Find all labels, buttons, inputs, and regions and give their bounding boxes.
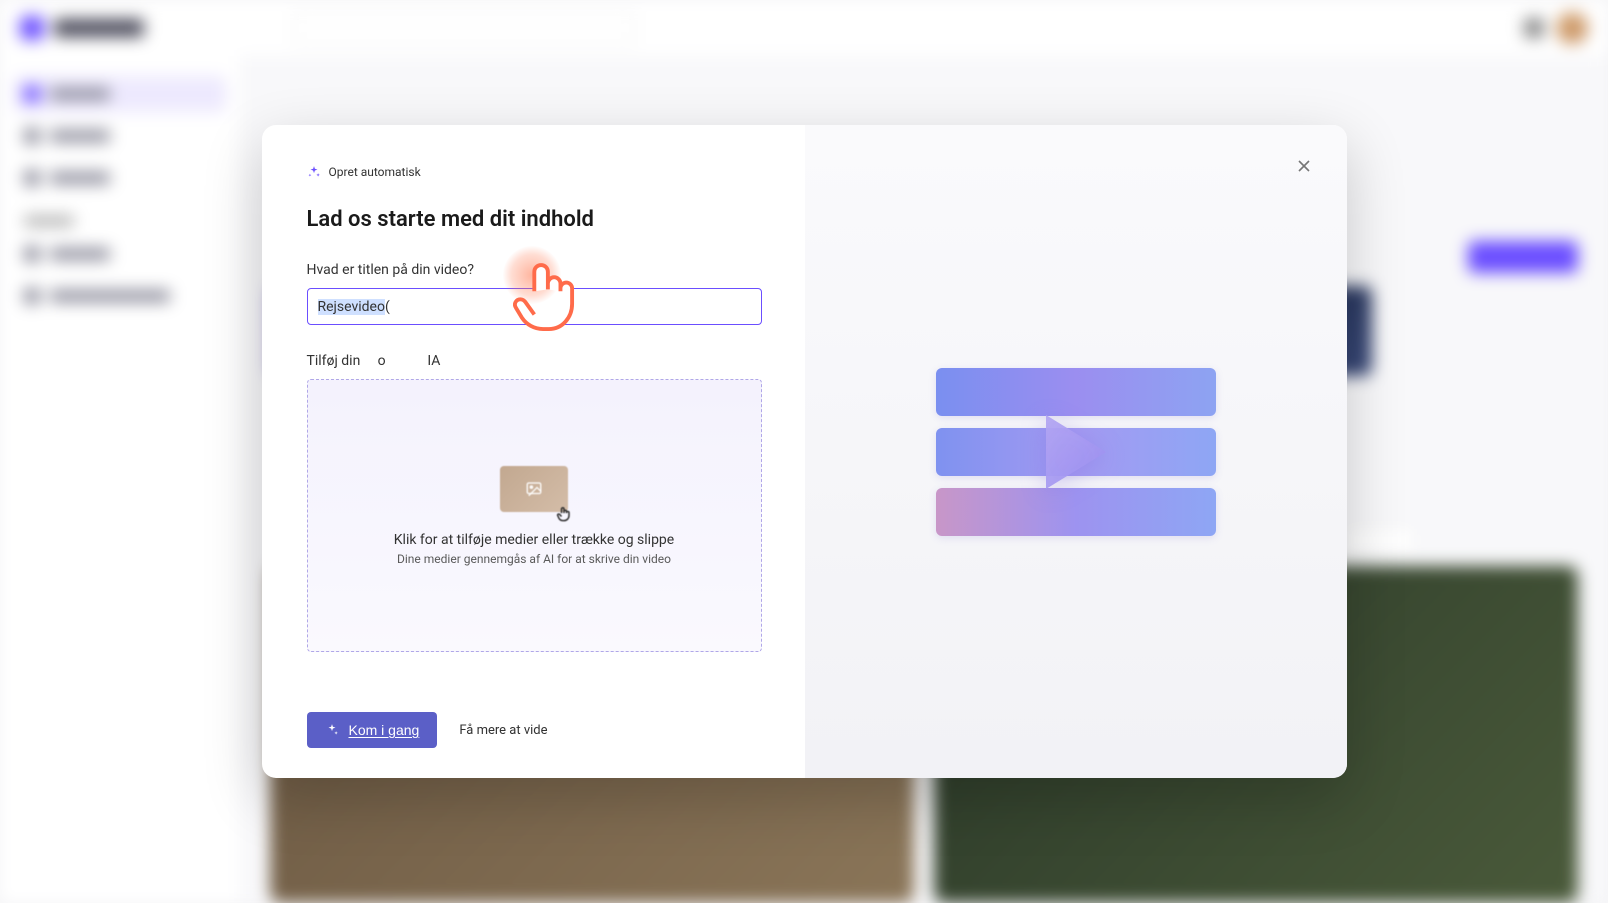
modal-footer: Kom i gang Få mere at vide: [307, 692, 760, 748]
title-input-rest-text: (: [385, 299, 390, 315]
media-field-label: Tilføj din o IA: [307, 353, 760, 369]
title-input-selected-text: Rejsevideo: [318, 299, 385, 315]
modal-title: Lad os starte med dit indhold: [307, 207, 760, 232]
close-button[interactable]: [1291, 153, 1317, 179]
close-icon: [1296, 158, 1312, 174]
media-dropzone[interactable]: Klik for at tilføje medier eller trække …: [307, 379, 762, 652]
auto-create-modal: Opret automatisk Lad os starte med dit i…: [262, 125, 1347, 778]
title-input-wrap: Rejsevideo (: [307, 288, 762, 325]
dropzone-line1: Klik for at tilføje medier eller trække …: [394, 532, 674, 548]
title-field-label: Hvad er titlen på din video?: [307, 262, 760, 278]
modal-badge-label: Opret automatisk: [329, 165, 421, 179]
hand-pointer-icon: [554, 504, 574, 524]
sparkle-icon: [325, 723, 339, 737]
image-icon: [525, 480, 543, 498]
modal-left-panel: Opret automatisk Lad os starte med dit i…: [262, 125, 805, 778]
modal-preview-panel: [805, 125, 1347, 778]
play-icon: [1031, 407, 1121, 497]
sparkle-icon: [307, 165, 321, 179]
title-input[interactable]: Rejsevideo (: [307, 288, 762, 325]
preview-illustration: [936, 368, 1216, 536]
dropzone-thumbnail: [500, 466, 568, 512]
learn-more-link[interactable]: Få mere at vide: [459, 723, 547, 738]
get-started-label: Kom i gang: [349, 722, 420, 738]
get-started-button[interactable]: Kom i gang: [307, 712, 438, 748]
modal-badge: Opret automatisk: [307, 165, 760, 179]
dropzone-line2: Dine medier gennemgås af AI for at skriv…: [397, 552, 671, 566]
modal-backdrop: Opret automatisk Lad os starte med dit i…: [0, 0, 1608, 903]
